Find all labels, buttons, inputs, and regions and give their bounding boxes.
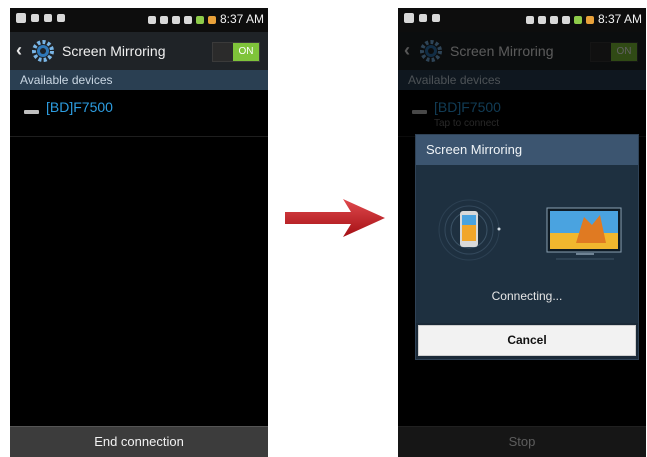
alarm-icon	[549, 15, 558, 24]
status-bar: 8:37 AM	[398, 8, 646, 32]
action-bar: ‹ Screen Mirroring ON	[398, 32, 646, 70]
connection-dot	[497, 227, 501, 231]
wifi-icon	[561, 15, 570, 24]
tv-icon	[546, 207, 622, 260]
tv-device-icon	[412, 110, 427, 114]
cancel-button[interactable]: Cancel	[418, 325, 636, 356]
notification-icon	[419, 14, 427, 22]
section-header-label: Available devices	[408, 73, 501, 87]
device-name: [BD]F7500	[434, 99, 501, 115]
arrow-icon	[285, 199, 385, 237]
connecting-dialog: Screen Mirroring Connecting... Cancel	[415, 134, 639, 360]
phone-screen-after: 8:37 AM ‹ Screen Mirroring ON Available …	[398, 8, 646, 457]
end-connection-button[interactable]: End connection	[10, 426, 268, 457]
back-chevron-icon: ‹	[404, 40, 410, 60]
toggle-on-label: ON	[233, 43, 259, 61]
notification-icon	[57, 14, 65, 22]
notification-icon	[16, 13, 26, 23]
nfc-icon	[537, 15, 546, 24]
toggle-on-label: ON	[611, 43, 637, 61]
dialog-title-label: Screen Mirroring	[426, 142, 523, 157]
section-header: Available devices	[398, 70, 646, 90]
screen-mirroring-status-icon	[147, 15, 156, 24]
signal-icon	[573, 15, 582, 24]
section-header-label: Available devices	[20, 73, 113, 87]
notification-icon	[31, 14, 39, 22]
page-title: Screen Mirroring	[62, 43, 166, 59]
phone-screen-before: 8:37 AM ‹ Screen Mirroring ON Available …	[10, 8, 268, 457]
phone-icon	[438, 199, 500, 261]
status-bar: 8:37 AM	[10, 8, 268, 32]
screen-mirroring-toggle: ON	[590, 42, 638, 62]
battery-icon	[207, 15, 216, 24]
status-time: 8:37 AM	[219, 12, 264, 26]
device-name: [BD]F7500	[46, 99, 113, 115]
dialog-body: Connecting...	[416, 165, 638, 323]
notification-icon	[404, 13, 414, 23]
status-time: 8:37 AM	[597, 12, 642, 26]
back-chevron-icon[interactable]: ‹	[16, 41, 22, 59]
dialog-title: Screen Mirroring	[416, 135, 638, 165]
notification-icon	[432, 14, 440, 22]
action-bar: ‹ Screen Mirroring ON	[10, 32, 268, 70]
mirroring-illustration	[438, 199, 622, 261]
section-header: Available devices	[10, 70, 268, 90]
screen-mirroring-status-icon	[525, 15, 534, 24]
page-title: Screen Mirroring	[450, 43, 554, 59]
stop-button: Stop	[398, 426, 646, 457]
device-list-item: [BD]F7500 Tap to connect	[398, 90, 646, 137]
signal-icon	[195, 15, 204, 24]
battery-icon	[585, 15, 594, 24]
screen-mirroring-toggle[interactable]: ON	[212, 42, 260, 62]
connecting-status: Connecting...	[491, 289, 563, 303]
tv-device-icon	[24, 110, 39, 114]
alarm-icon	[171, 15, 180, 24]
nfc-icon	[159, 15, 168, 24]
wifi-icon	[183, 15, 192, 24]
notification-icon	[44, 14, 52, 22]
device-list-item[interactable]: [BD]F7500	[10, 90, 268, 137]
device-subtitle: Tap to connect	[434, 118, 500, 129]
gear-icon[interactable]	[30, 38, 56, 64]
gear-icon	[420, 40, 442, 62]
